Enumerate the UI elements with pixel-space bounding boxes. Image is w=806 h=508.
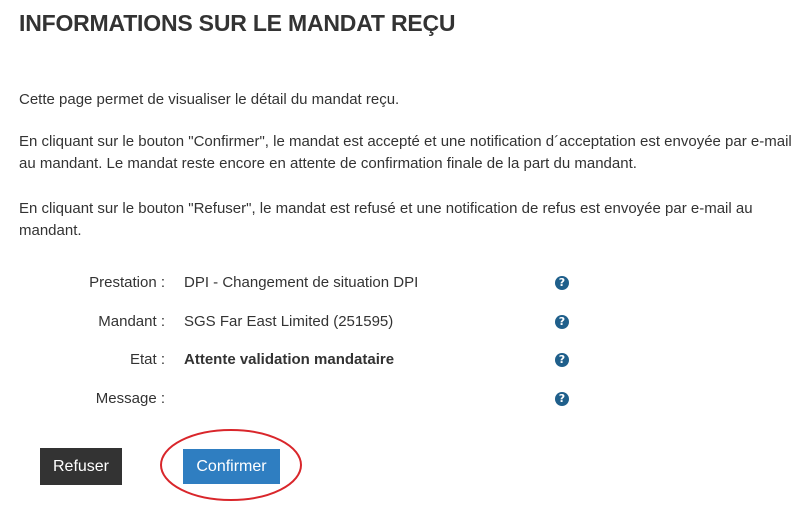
- detail-row-message: Message : ?: [0, 388, 806, 410]
- question-circle-icon[interactable]: ?: [555, 315, 569, 329]
- mandate-detail-page: INFORMATIONS SUR LE MANDAT REÇU Cette pa…: [0, 0, 806, 508]
- prestation-label: Prestation :: [89, 274, 165, 291]
- detail-row-prestation: Prestation : DPI - Changement de situati…: [0, 272, 806, 294]
- question-circle-icon[interactable]: ?: [555, 353, 569, 367]
- etat-label: Etat :: [129, 351, 165, 368]
- detail-row-etat: Etat : Attente validation mandataire ?: [0, 349, 806, 371]
- prestation-value: DPI - Changement de situation DPI: [184, 274, 419, 291]
- intro-paragraph-3: En cliquant sur le bouton "Refuser", le …: [19, 200, 753, 239]
- intro-paragraph-1: Cette page permet de visualiser le détai…: [19, 91, 400, 108]
- message-label: Message :: [95, 390, 165, 407]
- confirmer-button[interactable]: Confirmer: [183, 449, 280, 484]
- detail-row-mandant: Mandant : SGS Far East Limited (251595) …: [0, 311, 806, 333]
- question-circle-icon[interactable]: ?: [555, 276, 569, 290]
- etat-value: Attente validation mandataire: [184, 351, 395, 368]
- mandant-value: SGS Far East Limited (251595): [184, 313, 394, 330]
- refuser-button[interactable]: Refuser: [40, 448, 122, 485]
- intro-paragraph-2: En cliquant sur le bouton "Confirmer", l…: [19, 133, 792, 172]
- question-circle-icon[interactable]: ?: [555, 392, 569, 406]
- page-title: INFORMATIONS SUR LE MANDAT REÇU: [19, 10, 456, 36]
- mandant-label: Mandant :: [98, 313, 165, 330]
